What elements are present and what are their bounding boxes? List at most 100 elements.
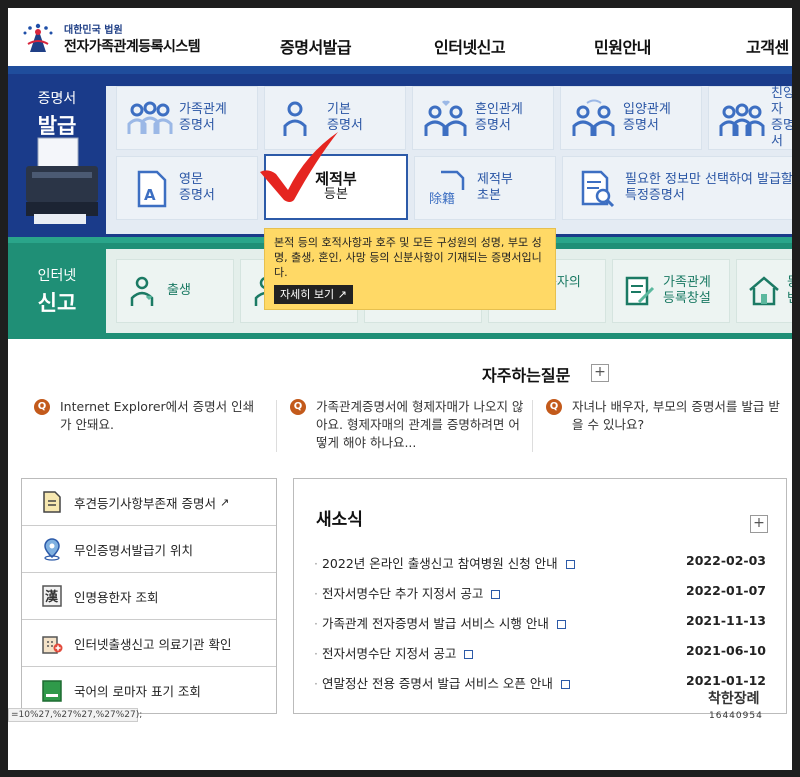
news-panel: 새소식 + · 2022년 온라인 출생신고 참여병원 신청 안내 2022-02… [293,478,787,714]
news-item-title: 가족관계 전자증명서 발급 서비스 시행 안내 [321,616,549,631]
news-item[interactable]: · 2022년 온라인 출생신고 참여병원 신청 안내 2022-02-03 [314,553,766,573]
news-item[interactable]: · 전자서명수단 추가 지정서 공고 2022-01-07 [314,583,766,603]
icon-label: 除籍 [429,191,455,207]
faq-item[interactable]: Q 자녀나 배우자, 부모의 증명서를 발급 받을 수 있나요? [546,398,782,434]
document-search-icon [581,170,615,208]
news-item-date: 2021-06-10 [686,643,766,658]
hanja-book-icon: 漢 [42,585,62,607]
news-item-title: 전자서명수단 지정서 공고 [321,646,457,661]
english-document-icon: A [137,170,167,208]
tile-line1: 친양자 [771,86,792,117]
document-icon [43,491,61,513]
hospital-icon [42,636,63,654]
quick-link-label: 국어의 로마자 표기 조회 [74,684,201,699]
tile-removed-register-extract[interactable]: 除籍 제적부 초본 [414,156,556,220]
quick-link-label: 후견등기사항부존재 증명서 [74,495,216,511]
logo-subtitle: 대한민국 법원 [64,25,123,36]
external-link-icon: ↗ [219,495,230,509]
tile-line2: 초본 [477,188,501,203]
svg-text:漢: 漢 [45,589,59,605]
visitor-counter: 16440954 [709,711,763,721]
question-badge-icon: Q [34,399,50,415]
news-item-title: 전자서명수단 추가 지정서 공고 [321,586,484,601]
report-section-label: 인터넷 신고 [8,265,106,317]
tile-family-registration[interactable]: 가족관계 등록창설 [612,259,730,323]
tile-line2: 변 [787,291,792,307]
printer-illustration [26,137,98,224]
news-item-date: 2021-01-12 [686,673,766,688]
site-title[interactable]: 전자가족관계등록시스템 [64,36,201,56]
nav-certificate[interactable]: 증명서발급 [280,34,352,58]
tooltip-text: 본적 등의 호적사항과 호주 및 모든 구성원의 성명, 부모 성명, 출생, … [274,236,542,279]
section-label-small: 증명서 [37,91,77,107]
couple-heart-icon [424,100,467,136]
section-label-big: 신고 [37,291,77,315]
document-icon [560,680,570,689]
tile-birth-report[interactable]: 출생 [116,259,234,323]
tile-full-adoption-cert[interactable]: 친양자 증명서 [708,86,792,150]
tile-line1: 제적부 [477,172,513,187]
removed-register-icon: 除籍 [427,170,467,207]
nav-report[interactable]: 인터넷신고 [434,34,506,58]
tile-english-cert[interactable]: A 영문 증명서 [116,156,258,220]
quick-link-romanization[interactable]: 국어의 로마자 표기 조회 [22,667,276,714]
court-logo-icon[interactable] [20,20,56,56]
quick-link-label: 무인증명서발급기 위치 [74,542,193,558]
tile-line2: 증명서 [179,118,215,133]
tile-line2: 특정증명서 [625,188,685,203]
tile-line1: 등 [787,275,792,291]
news-item[interactable]: · 연말정산 전용 증명서 발급 서비스 오픈 안내 2021-01-12 [314,673,766,693]
tile-line2: 증명서 [771,118,792,149]
quick-link-hanja-lookup[interactable]: 漢 인명용한자 조회 [22,573,276,620]
svg-text:A: A [144,186,156,204]
question-badge-icon: Q [546,399,562,415]
quick-link-guardianship[interactable]: 후견등기사항부존재 증명서 ↗ [22,479,276,526]
news-more-button[interactable]: + [750,515,768,533]
quick-link-label: 인명용한자 조회 [74,589,159,605]
document-icon [556,620,566,629]
tile-line1: 가족관계 [179,102,227,117]
tile-family-relation-cert[interactable]: 가족관계 증명서 [116,86,258,150]
news-item[interactable]: · 전자서명수단 지정서 공고 2021-06-10 [314,643,766,663]
quick-link-hospital-check[interactable]: 인터넷출생신고 의료기관 확인 [22,620,276,667]
faq-more-button[interactable]: + [591,364,609,382]
house-icon [749,276,779,306]
tile-specific-cert[interactable]: 필요한 정보만 선택하여 발급할 수 특정증명서 [562,156,792,220]
green-book-icon [42,679,62,702]
page-frame: 대한민국 법원 전자가족관계등록시스템 증명서발급 인터넷신고 민원안내 고객센… [8,8,792,770]
nav-customer-center[interactable]: 고객센 [746,34,789,58]
more-label: 자세히 보기 [280,288,335,301]
section-strip [8,66,792,74]
watermark-signature: 착한장례 [708,691,760,707]
news-item-date: 2022-02-03 [686,553,766,568]
tile-report-house[interactable]: 등변 [736,259,792,323]
document-icon [565,560,575,569]
faq-item[interactable]: Q Internet Explorer에서 증명서 인쇄가 안돼요. [34,398,264,434]
faq-question: Internet Explorer에서 증명서 인쇄가 안돼요. [60,399,255,432]
red-checkmark-icon [260,132,338,202]
tile-line2: 등록창설 [663,291,711,306]
tile-adoption-cert[interactable]: 입양관계 증명서 [560,86,702,150]
section-label-small: 인터넷 [37,268,77,284]
tile-line1: 입양관계 [623,102,671,117]
tooltip-more-link[interactable]: 자세히 보기 ↗ [274,285,353,304]
location-pin-icon [44,538,60,561]
nav-civil-guide[interactable]: 민원안내 [594,34,651,58]
external-link-icon: ↗ [337,288,347,301]
faq-question: 자녀나 배우자, 부모의 증명서를 발급 받을 수 있나요? [572,399,780,432]
family-adoption-icon [719,103,765,136]
divider [532,400,533,452]
faq-title: 자주하는질문 [482,366,571,385]
tile-line2: 증명서 [623,118,659,133]
document-pen-icon [625,276,655,306]
tile-line1: 혼인관계 [475,102,523,117]
quick-link-kiosk-location[interactable]: 무인증명서발급기 위치 [22,526,276,573]
tile-marriage-cert[interactable]: 혼인관계 증명서 [412,86,554,150]
certificate-section-label: 증명서 발급 [8,88,106,140]
news-item[interactable]: · 가족관계 전자증명서 발급 서비스 시행 안내 2021-11-13 [314,613,766,633]
adoption-people-icon [572,99,615,136]
faq-item[interactable]: Q 가족관계증명서에 형제자매가 나오지 않아요. 형제자매의 관계를 증명하려… [290,398,526,452]
news-item-date: 2021-11-13 [686,613,766,628]
quick-links-panel: 후견등기사항부존재 증명서 ↗ 무인증명서발급기 위치 漢 인명용한자 조회 인… [21,478,277,714]
family-people-icon [127,101,173,134]
